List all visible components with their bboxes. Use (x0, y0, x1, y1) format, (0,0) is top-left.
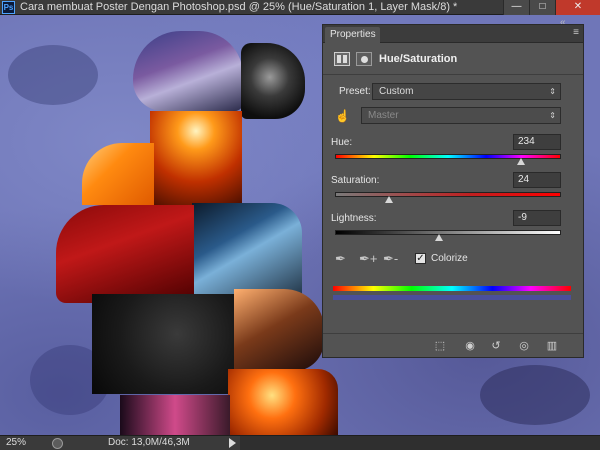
photoshop-logo-icon: Ps (2, 1, 15, 14)
status-menu-arrow-icon[interactable] (229, 438, 236, 448)
lightness-slider-track[interactable] (335, 230, 561, 235)
channel-value: Master (368, 110, 399, 121)
properties-panel: Properties ≡ Hue/Saturation Preset: Cust… (322, 24, 584, 358)
panel-footer: ⬚ ◉ ↺ ◎ ▥ (323, 333, 583, 357)
lightness-slider-thumb[interactable] (434, 234, 443, 241)
eyedropper-icon[interactable]: ✒ (335, 251, 346, 267)
hue-slider-thumb[interactable] (517, 158, 526, 165)
hue-value-field[interactable]: 234 (513, 134, 561, 150)
visibility-eye-icon[interactable]: ◎ (515, 338, 533, 354)
collage-photo-bass-player (92, 294, 234, 394)
preset-label: Preset: (339, 86, 371, 97)
hue-slider-track[interactable] (335, 154, 561, 159)
collage-photo-band (133, 31, 243, 111)
collage-photo-red-hand (56, 205, 194, 303)
adjustment-layer-icon[interactable] (334, 52, 350, 66)
status-bar-empty-area (240, 436, 600, 450)
collage-photo-fire (228, 369, 338, 435)
hue-label: Hue: (331, 137, 353, 148)
title-bar: Ps Cara membuat Poster Dengan Photoshop.… (0, 0, 600, 15)
chevron-updown-icon: ⇕ (549, 87, 556, 96)
panel-menu-icon[interactable]: ≡ (573, 27, 579, 38)
panel-tab-bar: Properties ≡ (323, 25, 583, 43)
lightness-value-field[interactable]: -9 (513, 210, 561, 226)
document-size-info: Doc: 13,0M/46,3M (108, 437, 190, 448)
zoom-level[interactable]: 25% (6, 437, 26, 448)
original-hue-bar (333, 286, 571, 291)
collage-photo-guitarist-orange (82, 143, 154, 205)
tab-properties[interactable]: Properties (325, 27, 380, 43)
adjustment-title: Hue/Saturation (379, 53, 458, 65)
preset-dropdown[interactable]: Custom ⇕ (372, 83, 561, 100)
saturation-value-field[interactable]: 24 (513, 172, 561, 188)
zoom-icon[interactable] (52, 438, 63, 449)
saturation-slider-track[interactable] (335, 192, 561, 197)
minimize-button[interactable]: — (503, 0, 529, 15)
collage-photo-blue-stage (192, 203, 302, 303)
adjustment-header: Hue/Saturation (323, 43, 583, 75)
lightness-label: Lightness: (331, 213, 377, 224)
collage-photo-drummer (234, 289, 324, 371)
status-bar: 25% Doc: 13,0M/46,3M (0, 435, 600, 450)
collage-photo-pink-text (120, 395, 230, 435)
trash-icon[interactable]: ▥ (543, 338, 561, 354)
collage-photo-bright-crowd (150, 111, 242, 211)
ink-blob (8, 45, 98, 105)
eyedropper-plus-icon[interactable]: ✒+ (359, 251, 377, 267)
document-title: Cara membuat Poster Dengan Photoshop.psd… (20, 1, 458, 13)
photoshop-window: Ps Cara membuat Poster Dengan Photoshop.… (0, 0, 600, 450)
colorize-checkbox[interactable]: ✓ (415, 253, 426, 264)
adjusted-hue-bar (333, 295, 571, 300)
preset-value: Custom (379, 86, 414, 97)
chevron-updown-icon: ⇕ (549, 111, 556, 120)
reset-icon[interactable]: ↺ (487, 338, 505, 354)
ink-blob (480, 365, 590, 425)
channel-dropdown[interactable]: Master ⇕ (361, 107, 561, 124)
saturation-label: Saturation: (331, 175, 380, 186)
maximize-button[interactable]: □ (529, 0, 555, 15)
colorize-label: Colorize (431, 253, 468, 264)
view-previous-icon[interactable]: ◉ (461, 338, 479, 354)
collage-photo-dark-face (241, 43, 305, 119)
close-button[interactable]: ✕ (555, 0, 600, 15)
eyedropper-minus-icon[interactable]: ✒- (383, 251, 398, 267)
layer-mask-icon[interactable] (356, 52, 372, 66)
saturation-slider-thumb[interactable] (385, 196, 394, 203)
clip-to-layer-icon[interactable]: ⬚ (431, 338, 449, 354)
hand-tool-icon[interactable]: ☝ (335, 109, 350, 123)
